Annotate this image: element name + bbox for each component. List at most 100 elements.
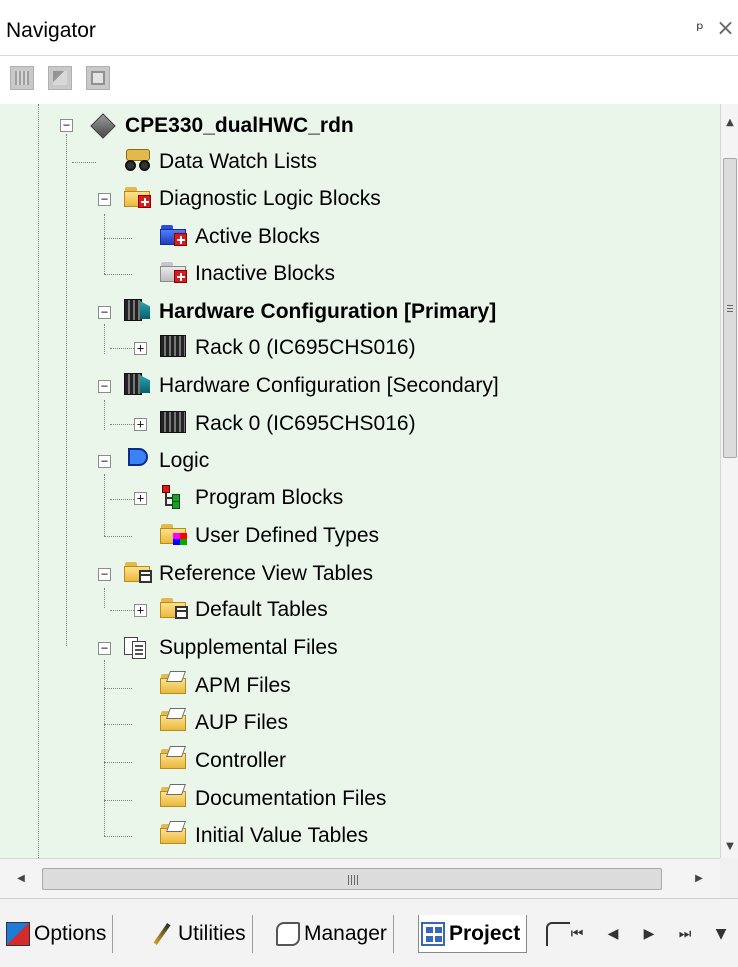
tree-item-label: Inactive Blocks — [195, 262, 336, 285]
tree-item-label: APM Files — [195, 674, 291, 697]
tree-item-diagnostic-logic-blocks[interactable]: Diagnostic Logic Blocks — [124, 181, 381, 217]
tree-item-label: Data Watch Lists — [159, 150, 317, 173]
tab-project[interactable]: Project — [418, 915, 528, 953]
tree-item-reference-view-tables[interactable]: Reference View Tables — [124, 556, 373, 592]
watch-lists-icon — [124, 149, 152, 175]
navigator-toolbar — [0, 56, 738, 104]
toolbar-view-icon[interactable] — [10, 66, 34, 90]
window-title: Navigator — [6, 19, 96, 42]
collapse-toggle[interactable]: − — [98, 568, 111, 581]
expand-toggle[interactable]: + — [134, 342, 147, 355]
folder-open-icon — [160, 821, 188, 849]
tree-item-logic[interactable]: Logic — [124, 443, 209, 479]
tree-item-label: Default Tables — [195, 598, 328, 621]
tree-item-label: AUP Files — [195, 711, 288, 734]
tree-item-initial-value-tables[interactable]: Initial Value Tables — [160, 818, 368, 854]
tab-manager[interactable]: Manager — [274, 915, 394, 953]
tree-item-active-blocks[interactable]: Active Blocks — [160, 219, 320, 255]
vertical-scroll-thumb[interactable] — [723, 158, 737, 458]
scroll-right-icon[interactable]: ▶ — [688, 868, 710, 890]
last-tab-icon[interactable]: ⏭ — [674, 923, 696, 945]
expand-toggle[interactable]: + — [134, 604, 147, 617]
first-tab-icon[interactable]: ⏮ — [566, 923, 588, 945]
scroll-left-icon[interactable]: ◀ — [10, 868, 32, 890]
collapse-toggle[interactable]: − — [98, 642, 111, 655]
tree-item-label: Documentation Files — [195, 787, 387, 810]
tab-options[interactable]: Options — [4, 915, 114, 953]
tree-item-supplemental-files[interactable]: Supplemental Files — [124, 630, 338, 666]
tree-item-rack-0-primary[interactable]: Rack 0 (IC695CHS016) — [160, 330, 416, 366]
folder-table-icon — [124, 561, 152, 587]
vertical-scrollbar[interactable]: ▲ ▼ — [720, 104, 738, 858]
horizontal-scroll-thumb[interactable] — [42, 868, 662, 890]
rack-icon — [160, 411, 188, 437]
folder-open-icon — [160, 671, 188, 699]
expand-toggle[interactable]: + — [134, 418, 147, 431]
collapse-toggle[interactable]: − — [98, 306, 111, 319]
previous-tab-icon[interactable]: ◀ — [602, 923, 624, 945]
tree-item-label: Active Blocks — [195, 225, 320, 248]
target-diamond-icon — [90, 113, 118, 139]
project-icon — [421, 921, 445, 946]
tree-item-controller[interactable]: Controller — [160, 743, 286, 779]
tree-item-label: Rack 0 (IC695CHS016) — [195, 336, 416, 359]
tab-utilities[interactable]: Utilities — [148, 915, 253, 953]
tree-item-label: CPE330_dualHWC_rdn — [125, 114, 354, 137]
rack-icon — [160, 335, 188, 361]
scroll-down-icon[interactable]: ▼ — [721, 836, 738, 858]
tree-item-inactive-blocks[interactable]: Inactive Blocks — [160, 256, 335, 292]
tab-label: Manager — [304, 922, 387, 945]
tree-item-label: Controller — [195, 749, 287, 772]
folder-red-cross-icon — [124, 186, 152, 212]
collapse-toggle[interactable]: − — [98, 455, 111, 468]
tree-item-aup-files[interactable]: AUP Files — [160, 705, 288, 741]
tree-item-hardware-configuration-secondary[interactable]: Hardware Configuration [Secondary] — [124, 368, 499, 404]
expand-toggle[interactable]: + — [134, 492, 147, 505]
supplemental-files-icon — [124, 635, 152, 661]
program-blocks-icon — [160, 485, 188, 511]
hardware-config-icon — [124, 299, 152, 325]
scroll-up-icon[interactable]: ▲ — [721, 112, 738, 134]
collapse-toggle[interactable]: − — [98, 380, 111, 393]
pin-icon[interactable]: ᵖ — [691, 18, 709, 42]
tree-item-data-watch-lists[interactable]: Data Watch Lists — [124, 144, 317, 180]
tree-item-label: User Defined Types — [195, 524, 380, 547]
folder-colors-icon — [160, 523, 188, 549]
tree-item-documentation-files[interactable]: Documentation Files — [160, 781, 386, 817]
toolbar-properties-icon[interactable] — [48, 66, 72, 90]
tree-item-label: Logic — [159, 449, 210, 472]
tree-item-target[interactable]: CPE330_dualHWC_rdn — [90, 108, 354, 144]
tree-item-label: Hardware Configuration [Primary] — [159, 300, 497, 323]
gray-folder-red-cross-icon — [160, 261, 188, 287]
tree-item-label: Hardware Configuration [Secondary] — [159, 374, 499, 397]
tree-item-program-blocks[interactable]: Program Blocks — [160, 480, 343, 516]
tree-item-label: Reference View Tables — [159, 562, 374, 585]
next-tab-icon[interactable]: ▶ — [638, 923, 660, 945]
title-bar: Navigator ᵖ × — [0, 0, 738, 56]
logic-gate-icon — [124, 448, 152, 474]
folder-table-icon — [160, 597, 188, 623]
collapse-toggle[interactable]: − — [98, 193, 111, 206]
folder-open-icon — [160, 708, 188, 736]
tab-label: Utilities — [178, 922, 246, 945]
close-icon[interactable]: × — [713, 16, 738, 42]
tree-item-label: Initial Value Tables — [195, 824, 369, 847]
utilities-icon — [150, 922, 174, 946]
tree-item-label: Diagnostic Logic Blocks — [159, 187, 381, 210]
tree-item-hardware-configuration-primary[interactable]: Hardware Configuration [Primary] — [124, 294, 496, 330]
bottom-tab-bar: Options Utilities Manager Project ⏮ ◀ ▶ … — [0, 898, 738, 967]
tree-item-rack-0-secondary[interactable]: Rack 0 (IC695CHS016) — [160, 406, 416, 442]
navigator-window: Navigator ᵖ × − − − + − + − + − + − CPE3… — [0, 0, 738, 967]
tree-item-apm-files[interactable]: APM Files — [160, 668, 291, 704]
tree-item-default-tables[interactable]: Default Tables — [160, 592, 328, 628]
tree-item-user-defined-types[interactable]: User Defined Types — [160, 518, 379, 554]
tab-menu-icon[interactable]: ▼ — [710, 923, 732, 945]
collapse-toggle[interactable]: − — [60, 119, 73, 132]
horizontal-scrollbar[interactable]: ◀ ▶ — [0, 858, 720, 898]
folder-open-icon — [160, 746, 188, 774]
tab-label: Options — [34, 922, 107, 945]
tree-item-label: Supplemental Files — [159, 636, 338, 659]
project-tree: − − − + − + − + − + − CPE330_dualHWC_rdn… — [0, 104, 720, 858]
manager-icon — [276, 922, 300, 946]
toolbar-blank-icon[interactable] — [86, 66, 110, 90]
